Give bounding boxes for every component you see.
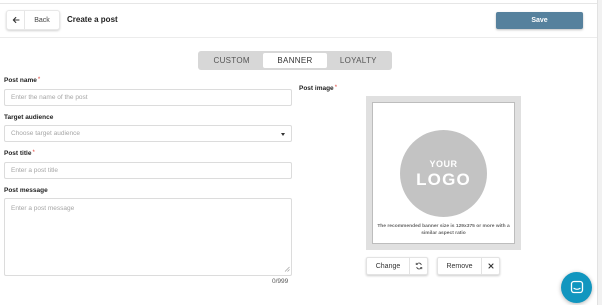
tab-banner[interactable]: BANNER bbox=[263, 53, 327, 68]
post-title-input[interactable]: Enter a post title bbox=[4, 162, 292, 179]
post-message-textarea[interactable]: Enter a post message bbox=[4, 198, 292, 276]
remove-label: Remove bbox=[446, 262, 473, 270]
post-message-placeholder: Enter a post message bbox=[11, 205, 75, 212]
back-label: Back bbox=[34, 16, 50, 24]
post-image-preview: YOUR LOGO The recommended banner size is… bbox=[366, 96, 521, 250]
page-title: Create a post bbox=[67, 15, 118, 24]
post-name-input[interactable]: Enter the name of the post bbox=[4, 89, 292, 106]
refresh-icon bbox=[409, 258, 427, 274]
target-audience-select[interactable]: Choose target audience bbox=[4, 125, 292, 142]
page-scrollbar[interactable] bbox=[597, 0, 602, 305]
chat-icon bbox=[570, 280, 584, 296]
post-title-label-text: Post title bbox=[4, 150, 32, 157]
close-icon bbox=[481, 258, 499, 274]
required-mark: * bbox=[334, 85, 338, 91]
post-title-label: Post title* bbox=[4, 150, 35, 157]
post-message-label: Post message bbox=[4, 187, 48, 194]
back-button[interactable]: Back bbox=[6, 10, 60, 30]
target-audience-label: Target audience bbox=[4, 114, 54, 121]
banner-size-note: The recommended banner size is 129x375 o… bbox=[377, 224, 510, 237]
post-name-label-text: Post name bbox=[4, 77, 37, 84]
change-label: Change bbox=[375, 262, 401, 270]
target-audience-value: Choose target audience bbox=[11, 130, 81, 137]
post-type-tabs: CUSTOM BANNER LOYALTY bbox=[198, 51, 392, 70]
tab-loyalty[interactable]: LOYALTY bbox=[327, 53, 390, 68]
save-button[interactable]: Save bbox=[496, 12, 583, 29]
logo-placeholder: YOUR LOGO bbox=[400, 130, 487, 217]
arrow-left-icon bbox=[7, 11, 25, 29]
header-bar: Back Create a post Save bbox=[0, 0, 602, 38]
top-divider bbox=[0, 3, 602, 4]
post-name-placeholder: Enter the name of the post bbox=[11, 94, 88, 101]
remove-image-button[interactable]: Remove bbox=[437, 257, 500, 275]
character-counter: 0/999 bbox=[272, 278, 289, 285]
required-mark: * bbox=[32, 150, 35, 156]
post-image-label: Post image* bbox=[299, 85, 337, 92]
logo-text-your: YOUR bbox=[429, 158, 458, 169]
caret-down-icon bbox=[281, 133, 285, 136]
resize-grip-icon[interactable] bbox=[284, 266, 290, 274]
post-title-placeholder: Enter a post title bbox=[11, 167, 58, 174]
logo-text-logo: LOGO bbox=[416, 169, 471, 189]
chat-launcher-button[interactable] bbox=[561, 272, 592, 303]
change-image-button[interactable]: Change bbox=[366, 257, 428, 275]
tab-custom[interactable]: CUSTOM bbox=[200, 53, 263, 68]
post-image-label-text: Post image bbox=[299, 85, 334, 92]
post-name-label: Post name* bbox=[4, 77, 40, 84]
required-mark: * bbox=[37, 77, 41, 83]
banner-placeholder: YOUR LOGO The recommended banner size is… bbox=[372, 102, 515, 244]
